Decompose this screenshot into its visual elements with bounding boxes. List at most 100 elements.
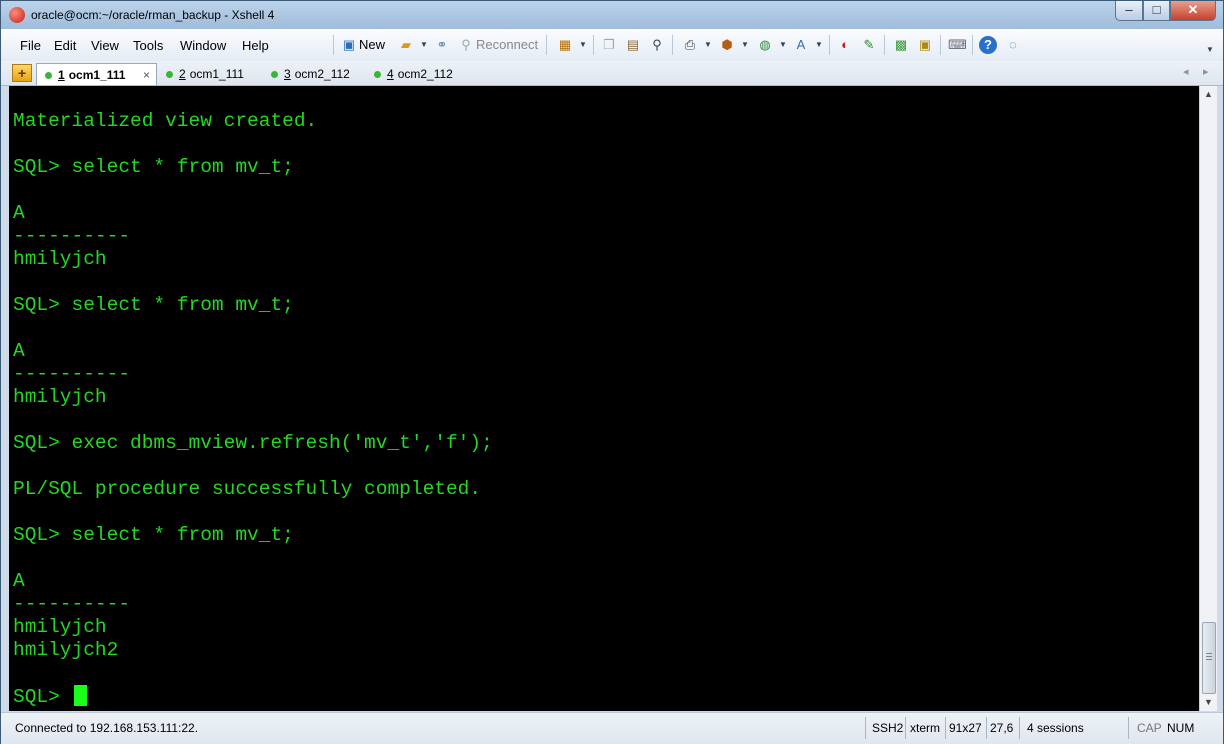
tab-session-4[interactable]: 4 ocm2_112 [374,63,453,85]
caps-lock-indicator: CAP [1137,721,1162,735]
xshell-app-icon [9,7,25,23]
terminal-line: A [13,570,25,592]
menu-tools[interactable]: Tools [133,38,163,53]
add-session-button[interactable]: + [12,64,32,82]
find-icon[interactable]: ⚲ [648,36,666,54]
connect-icon[interactable]: ⚭ [433,36,451,54]
chat-icon[interactable]: ◌ [1004,36,1022,54]
terminal-line: ---------- [13,593,131,615]
font-icon[interactable]: A [792,36,810,54]
chevron-down-icon[interactable]: ▼ [699,36,717,54]
chevron-down-icon[interactable]: ▼ [774,36,792,54]
copy-icon[interactable]: ❐ [600,36,618,54]
tab-session-3[interactable]: 3 ocm2_112 [271,63,350,85]
new-button[interactable]: New [359,35,385,55]
toolbar-separator [829,35,830,55]
close-button[interactable]: ✕ [1170,1,1216,21]
terminal-line: SQL> select * from mv_t; [13,156,294,178]
menu-file[interactable]: File [20,38,41,53]
tab-close-icon[interactable]: × [143,64,150,86]
terminal-line: SQL> select * from mv_t; [13,294,294,316]
reconnect-icon[interactable]: ⚲ [457,36,475,54]
lock-icon[interactable]: ▣ [916,36,934,54]
toolbar-separator [593,35,594,55]
title-bar[interactable]: oracle@ocm:~/oracle/rman_backup - Xshell… [1,1,1223,29]
keyboard-icon[interactable]: ⌨ [948,36,967,54]
terminal-line: SQL> exec dbms_mview.refresh('mv_t','f')… [13,432,493,454]
terminal-line: ---------- [13,363,131,385]
tab-scroll-left-icon[interactable]: ◂ [1183,65,1189,78]
connected-dot-icon [271,71,278,78]
terminal-cursor [73,685,87,706]
maximize-button[interactable]: □ [1143,1,1170,21]
terminal-line: ---------- [13,225,131,247]
terminal-line: Materialized view created. [13,110,318,132]
tab-session-2[interactable]: 2 ocm1_111 [166,63,244,85]
script-icon[interactable]: ✎ [860,36,878,54]
tab-label: ocm2_112 [397,67,453,81]
tab-label: ocm1_111 [189,67,244,81]
toolbar-separator [672,35,673,55]
tab-session-1[interactable]: 1 ocm1_111 × [36,63,157,85]
terminal-line: A [13,340,25,362]
terminal-line: SQL> select * from mv_t; [13,524,294,546]
terminal-line: hmilyjch [13,386,107,408]
tab-label: ocm2_112 [294,67,350,81]
new-session-icon[interactable]: ▣ [340,36,358,54]
terminal-output: Materialized view created. SQL> select * … [13,110,493,708]
terminal-line: A [13,202,25,224]
chevron-down-icon[interactable]: ▼ [415,36,433,54]
connected-dot-icon [45,72,52,79]
globe-icon[interactable]: ◍ [756,36,774,54]
connected-dot-icon [374,71,381,78]
terminal-line: hmilyjch [13,616,107,638]
paste-icon[interactable]: ▤ [624,36,642,54]
properties-icon[interactable]: ▦ [556,36,574,54]
reconnect-button[interactable]: Reconnect [476,35,538,55]
sql-prompt: SQL> [13,686,72,708]
status-bar: Connected to 192.168.153.111:22. SSH2 xt… [1,712,1223,744]
window-title: oracle@ocm:~/oracle/rman_backup - Xshell… [31,8,275,22]
terminal-line: hmilyjch2 [13,639,119,661]
scroll-down-arrow-icon[interactable]: ▼ [1200,694,1217,711]
tab-label: ocm1_111 [68,68,126,82]
xshell-window: oracle@ocm:~/oracle/rman_backup - Xshell… [0,0,1224,744]
chevron-down-icon[interactable]: ▼ [810,36,828,54]
print-icon[interactable]: ⎙ [681,36,699,54]
help-icon[interactable]: ? [979,36,997,54]
menu-window[interactable]: Window [180,38,226,53]
chevron-down-icon[interactable]: ▼ [574,36,592,54]
layout-icon[interactable]: ▩ [892,36,910,54]
toolbar-overflow-icon[interactable]: ▼ [1201,41,1219,59]
terminal-line: PL/SQL procedure successfully completed. [13,478,482,500]
menu-help[interactable]: Help [242,38,269,53]
tab-scroll-right-icon[interactable]: ▸ [1203,65,1209,78]
menu-edit[interactable]: Edit [54,38,76,53]
terminal-area[interactable]: Materialized view created. SQL> select * … [9,86,1199,711]
connected-dot-icon [166,71,173,78]
chevron-down-icon[interactable]: ▼ [736,36,754,54]
cursor-position-status: 27,6 [990,721,1014,735]
protocol-status: SSH2 [872,721,904,735]
scrollbar-thumb[interactable] [1202,622,1216,694]
toolbar-separator [940,35,941,55]
xftp-icon[interactable]: ◐ [836,36,854,54]
open-folder-icon[interactable]: ▰ [397,36,415,54]
toolbar-separator [884,35,885,55]
menu-view[interactable]: View [91,38,119,53]
transfer-icon[interactable]: ⬢ [718,36,736,54]
terminal-scrollbar[interactable]: ▲ ▼ [1199,86,1217,711]
minimize-button[interactable]: – [1115,1,1143,21]
terminal-prompt-line: SQL> [13,685,493,708]
terminal-line: hmilyjch [13,248,107,270]
scroll-up-arrow-icon[interactable]: ▲ [1200,86,1217,103]
toolbar-separator [546,35,547,55]
